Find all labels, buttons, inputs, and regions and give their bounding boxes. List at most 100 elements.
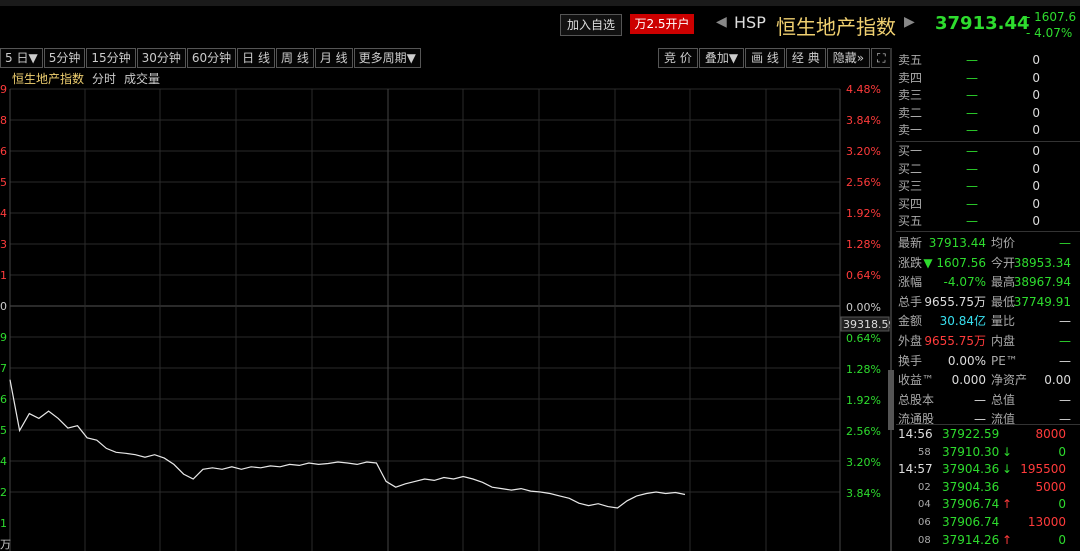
period-button[interactable]: 5分钟 — [43, 48, 86, 68]
tick-volume: 0 — [1058, 444, 1066, 459]
axis-tick-label: 4 — [0, 207, 7, 220]
stat-row: 金额 30.84亿 量比 — — [896, 312, 1080, 332]
tick-price: 37904.36 — [942, 479, 1000, 494]
chart-tool-button[interactable]: 经 典 — [785, 48, 826, 68]
axis-tick-label: 9 — [0, 83, 7, 96]
stat-value: — — [1059, 353, 1071, 368]
open-account-button[interactable]: 万2.5开户 — [630, 14, 694, 34]
chart-tool-button[interactable]: 竞 价 — [658, 48, 698, 68]
chart-tool-button[interactable]: 叠加▼ — [698, 48, 745, 68]
book-row[interactable]: 买二 — 0 — [896, 161, 1080, 179]
tick-volume: 5000 — [1035, 479, 1066, 494]
stat-value: 0.000 — [951, 373, 986, 388]
stat-row: 总手 9655.75万 最低 37749.91 — [896, 293, 1080, 313]
book-row[interactable]: 卖四 — 0 — [896, 70, 1080, 88]
axis-tick-label: 5 — [0, 176, 7, 189]
tick-volume: 195500 — [1020, 462, 1066, 477]
stat-label: 最高 — [991, 275, 1016, 290]
axis-tick-label: 3 — [0, 238, 7, 251]
stat-row: 涨跌 ▼ 1607.56 今开 38953.34 — [896, 254, 1080, 274]
period-button[interactable]: 周 线 — [276, 48, 314, 68]
stat-label: 量比 — [991, 314, 1016, 329]
stat-label: 总值 — [991, 392, 1016, 407]
panel-collapse-handle[interactable] — [888, 370, 894, 430]
axis-tick-label: 1.92% — [846, 207, 881, 220]
book-row[interactable]: 买四 — 0 — [896, 196, 1080, 214]
book-price: — — [966, 123, 978, 138]
stat-row: 总股本 — 总值 — — [896, 391, 1080, 411]
stat-label: 净资产 — [991, 373, 1028, 388]
axis-tick-label: 6 — [0, 393, 7, 406]
change-value: - 1607.6 — [1026, 10, 1077, 24]
stat-row: 涨幅 -4.07% 最高 38967.94 — [896, 273, 1080, 293]
base-price-label: 39318.59 — [843, 318, 890, 331]
tick-price: 37904.36 — [942, 462, 1000, 477]
period-button[interactable]: 60分钟 — [186, 48, 237, 68]
axis-tick-label: 3.84% — [846, 487, 881, 500]
book-volume: 0 — [1032, 161, 1040, 176]
book-bottom-separator — [896, 231, 1080, 232]
tick-row[interactable]: 58 37910.30 ↓ 0 — [896, 444, 1080, 462]
tick-price: 37910.30 — [942, 444, 1000, 459]
chart-tool-button[interactable]: 隐藏» — [826, 48, 871, 68]
tick-time: 08 — [918, 534, 931, 546]
tick-row[interactable]: 14:56 37922.59 8000 — [896, 426, 1080, 444]
book-row[interactable]: 卖三 — 0 — [896, 87, 1080, 105]
period-button[interactable]: 30分钟 — [136, 48, 186, 68]
book-volume: 0 — [1032, 70, 1040, 85]
intraday-chart[interactable]: 4.48% 3.84% 3.20% 2.56% 1.92% 1.28% 0.64% 0.00%… — [0, 82, 890, 551]
period-button[interactable]: 15分钟 — [86, 48, 136, 68]
tick-row[interactable]: 02 37904.36 5000 — [896, 479, 1080, 497]
tick-volume: 8000 — [1035, 427, 1066, 441]
chart-tool-button[interactable]: ⛶ — [871, 48, 892, 68]
period-button[interactable]: 更多周期▼ — [353, 48, 421, 68]
prev-symbol-icon[interactable]: ◀ — [716, 14, 727, 30]
book-price: — — [966, 70, 978, 85]
tick-row[interactable]: 04 37906.74 ↑ 0 — [896, 496, 1080, 514]
stat-row: 外盘 9655.75万 内盘 — — [896, 332, 1080, 352]
stat-value: 38953.34 — [1013, 255, 1071, 270]
book-row[interactable]: 卖一 — 0 — [896, 122, 1080, 140]
axis-tick-label: 3.84% — [846, 114, 881, 127]
book-price: — — [966, 143, 978, 158]
price-change: - 1607.6 - 4.07% — [1026, 9, 1076, 41]
stat-label: 涨跌 — [898, 255, 923, 270]
stat-label: 换手 — [898, 353, 923, 368]
tick-row[interactable]: 08 37914.26 ↑ 0 — [896, 532, 1080, 550]
book-label: 买二 — [898, 161, 923, 176]
axis-tick-label: 1 — [0, 517, 7, 530]
next-symbol-icon[interactable]: ▶ — [904, 14, 915, 30]
book-row[interactable]: 卖二 — 0 — [896, 105, 1080, 123]
tick-direction-icon: ↑ — [1002, 532, 1013, 547]
axis-tick-label: 2.56% — [846, 425, 881, 438]
book-label: 买三 — [898, 179, 923, 194]
stat-value: — — [1059, 333, 1071, 348]
book-label: 买一 — [898, 143, 923, 158]
period-button[interactable]: 5 日▼ — [0, 48, 43, 68]
tick-list: 14:56 37922.59 8000 58 37910.30 ↓ 0 14:57 37904.… — [896, 426, 1080, 549]
stat-label: 今开 — [991, 255, 1016, 270]
axis-tick-label: 4.48% — [846, 83, 881, 96]
period-button[interactable]: 日 线 — [237, 48, 275, 68]
book-row[interactable]: 买三 — 0 — [896, 178, 1080, 196]
tick-row[interactable]: 14:57 37904.36 ↓ 195500 — [896, 461, 1080, 479]
axis-tick-label: 1.92% — [846, 394, 881, 407]
book-row[interactable]: 买一 — 0 — [896, 143, 1080, 161]
stat-label: 总股本 — [898, 392, 935, 407]
stat-label: 外盘 — [898, 333, 923, 348]
tick-row[interactable]: 06 37906.74 13000 — [896, 514, 1080, 532]
book-row[interactable]: 买五 — 0 — [896, 213, 1080, 231]
last-price: 37913.44 — [935, 13, 1030, 34]
book-volume: 0 — [1032, 88, 1040, 103]
stat-label: 金额 — [898, 314, 923, 329]
book-row[interactable]: 卖五 — 0 — [896, 52, 1080, 70]
add-watchlist-button[interactable]: 加入自选 — [560, 14, 622, 36]
book-volume: 0 — [1032, 196, 1040, 211]
panel-divider[interactable] — [890, 48, 892, 551]
stat-value: 0.00 — [1044, 373, 1071, 388]
chart-tool-button[interactable]: 画 线 — [745, 48, 785, 68]
book-volume: 0 — [1032, 214, 1040, 229]
book-price: — — [966, 88, 978, 103]
tick-time: 06 — [918, 516, 931, 528]
period-button[interactable]: 月 线 — [314, 48, 353, 68]
